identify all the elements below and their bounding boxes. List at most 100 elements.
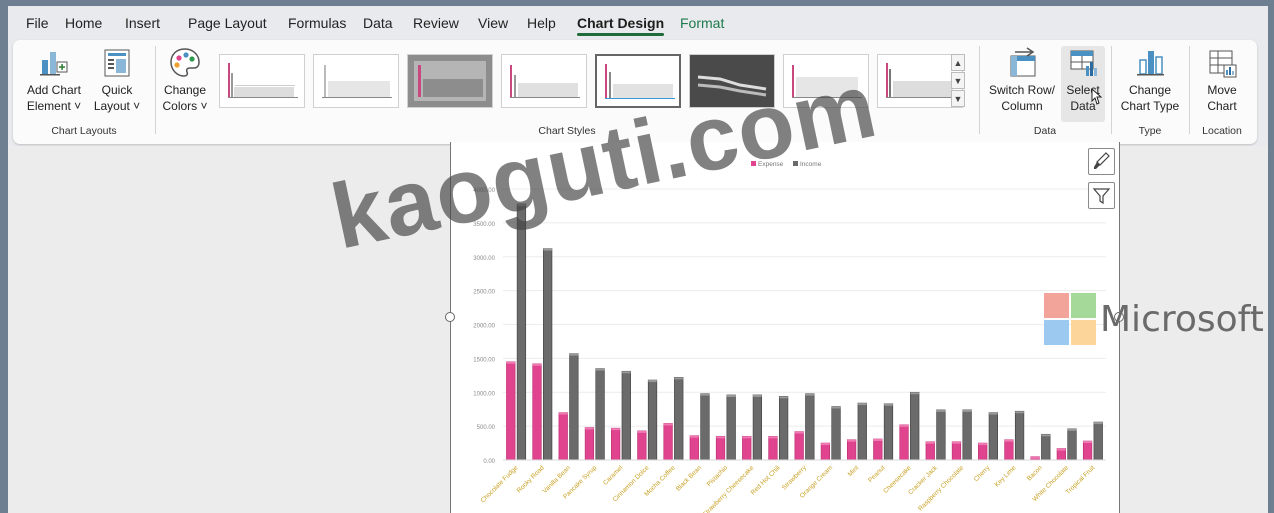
tab-insert[interactable]: Insert <box>125 15 160 31</box>
chart-style-thumb[interactable] <box>313 54 399 108</box>
y-tick-label: 1500.00 <box>473 357 495 363</box>
bar <box>569 353 579 461</box>
bar <box>715 435 726 461</box>
move-chart-icon <box>1209 50 1237 78</box>
microsoft-brand-text: Microsoft <box>1100 299 1264 340</box>
bar-cap <box>543 248 552 251</box>
bar-cap <box>558 412 568 415</box>
switch-row-column-label-1: Switch Row/ <box>988 83 1056 97</box>
gallery-more[interactable]: ▼ <box>951 90 965 107</box>
bar-cap <box>506 361 516 364</box>
gallery-scroll-up[interactable]: ▲ <box>951 54 965 71</box>
bar-cap <box>768 436 778 439</box>
change-chart-type-button[interactable]: Change Chart Type <box>1117 46 1183 114</box>
group-separator <box>155 46 156 134</box>
bar <box>1093 421 1103 461</box>
tab-page-layout[interactable]: Page Layout <box>188 15 267 31</box>
add-chart-element-button[interactable]: Add Chart Element ˅ <box>21 46 87 114</box>
tab-home[interactable]: Home <box>65 15 102 31</box>
group-separator <box>1111 46 1112 134</box>
tab-view[interactable]: View <box>478 15 508 31</box>
bar-cap <box>910 392 920 395</box>
bar-cap <box>936 409 946 412</box>
change-colors-label-1: Change <box>163 83 207 97</box>
group-label-type: Type <box>1138 125 1162 137</box>
mouse-cursor-icon <box>1091 88 1103 105</box>
bar <box>951 441 962 461</box>
expand-gallery-icon: ▼ <box>953 94 963 104</box>
group-separator <box>1189 46 1190 134</box>
bar <box>506 361 516 461</box>
switch-row-column-button[interactable]: Switch Row/ Column <box>985 46 1059 114</box>
tab-chart-design[interactable]: Chart Design <box>577 15 665 36</box>
y-tick-label: 2000.00 <box>473 324 495 330</box>
move-chart-button[interactable]: Move Chart <box>1193 46 1251 114</box>
palette-icon <box>170 48 200 77</box>
tab-help[interactable]: Help <box>527 15 556 31</box>
chart-style-thumb[interactable] <box>407 54 493 108</box>
tab-formulas[interactable]: Formulas <box>288 15 346 31</box>
bar <box>1067 428 1077 461</box>
change-colors-button[interactable]: Change Colors ˅ <box>159 46 211 114</box>
y-tick-label: 1000.00 <box>473 391 495 397</box>
bar-cap <box>805 393 815 396</box>
bar <box>910 391 920 461</box>
bar-cap <box>663 423 673 426</box>
select-data-button[interactable]: Select Data <box>1061 46 1105 122</box>
chart-style-thumb[interactable] <box>501 54 587 108</box>
chart-style-thumb[interactable] <box>219 54 305 108</box>
group-label-data: Data <box>1033 125 1057 137</box>
excel-window: File Home Insert Page Layout Formulas Da… <box>8 6 1268 513</box>
bar-cap <box>585 427 594 430</box>
bar-cap <box>621 371 631 374</box>
bar <box>962 409 972 461</box>
tab-data[interactable]: Data <box>363 15 393 31</box>
bar-cap <box>700 393 710 396</box>
resize-handle-left[interactable] <box>445 312 455 322</box>
quick-layout-button[interactable]: Quick Layout ˅ <box>89 46 145 114</box>
bar-cap <box>925 441 935 444</box>
bar <box>805 393 815 461</box>
tab-file[interactable]: File <box>26 15 49 31</box>
bar-cap <box>962 409 972 412</box>
bar-cap <box>689 435 699 438</box>
bar <box>978 442 988 461</box>
tab-format[interactable]: Format <box>680 15 724 31</box>
bar <box>611 427 621 461</box>
bar-cap <box>611 428 620 431</box>
bar-cap <box>873 438 883 441</box>
x-tick-label: Mint <box>847 464 861 478</box>
change-chart-type-label-1: Change <box>1128 83 1172 97</box>
quick-layout-label-2: Layout ˅ <box>93 99 141 113</box>
change-chart-type-label-2: Chart Type <box>1120 99 1180 113</box>
select-data-icon <box>1070 50 1097 76</box>
switch-row-column-icon <box>1010 47 1036 77</box>
chart-style-preview <box>886 63 956 98</box>
gallery-scroll-down[interactable]: ▼ <box>951 72 965 89</box>
chart-filters-side-button[interactable] <box>1088 182 1115 209</box>
bar <box>663 423 673 461</box>
y-tick-label: 2500.00 <box>473 290 495 296</box>
bar <box>558 412 568 461</box>
x-tick-label: Raspberry Chocolate <box>917 464 965 512</box>
bar <box>1041 433 1051 461</box>
chevron-up-icon: ▲ <box>953 58 963 68</box>
bar-cap <box>716 436 725 439</box>
x-tick-label: Peanut <box>867 464 887 484</box>
bar <box>794 431 804 461</box>
filter-icon <box>1092 188 1111 205</box>
x-tick-label: Black Bean <box>675 464 703 492</box>
bar-cap <box>989 412 998 415</box>
bar <box>899 424 909 461</box>
move-chart-label-1: Move <box>1207 83 1237 97</box>
chart-styles-side-button[interactable] <box>1088 148 1115 175</box>
quick-layout-icon <box>104 49 130 77</box>
bar-cap <box>978 443 988 446</box>
tab-review[interactable]: Review <box>413 15 459 31</box>
microsoft-logo-icon <box>1044 293 1096 345</box>
chart-style-preview <box>510 65 580 98</box>
y-tick-label: 0.00 <box>483 459 495 465</box>
bar <box>595 368 605 461</box>
bar-cap <box>952 441 961 444</box>
bar <box>936 409 946 461</box>
